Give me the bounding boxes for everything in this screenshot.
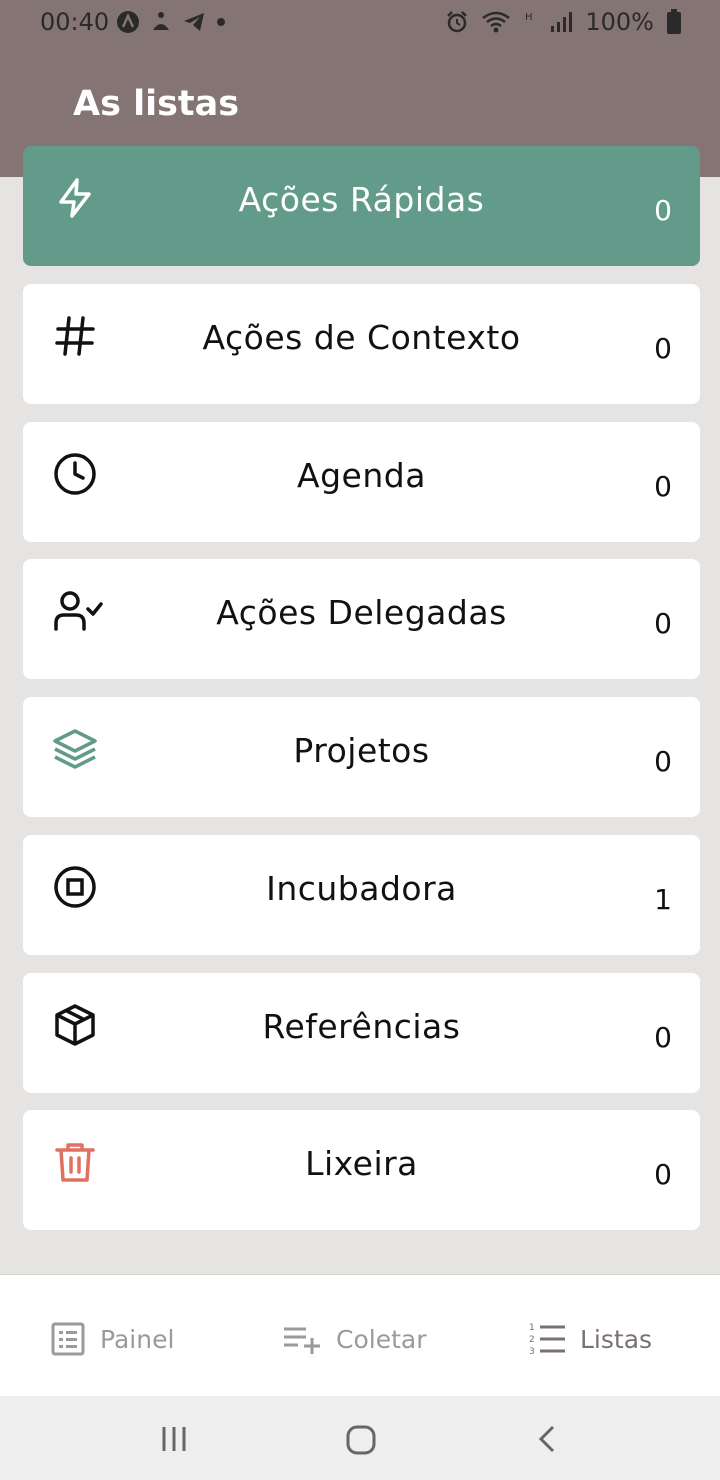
network-h-icon: H	[525, 12, 533, 23]
playlist-add-icon	[284, 1327, 320, 1354]
status-bar: 00:40 H 100%	[0, 0, 720, 48]
telegram-icon	[184, 13, 204, 31]
svg-text:2: 2	[529, 1335, 535, 1345]
battery-percent: 100%	[585, 8, 654, 36]
dot-icon	[217, 18, 225, 26]
status-time: 00:40	[40, 8, 110, 36]
list-item-label: Ações Rápidas	[238, 180, 485, 219]
list-item-label: Agenda	[297, 456, 426, 495]
nav-listas[interactable]: 1 2 3 Listas	[528, 1321, 652, 1357]
signal-icon	[551, 12, 573, 32]
list-item-projetos[interactable]: Projetos 0	[23, 697, 700, 817]
list-item-acoes-de-contexto[interactable]: Ações de Contexto 0	[23, 284, 700, 404]
svg-text:3: 3	[529, 1347, 535, 1357]
list-item-referencias[interactable]: Referências 0	[23, 973, 700, 1093]
dashboard-icon	[51, 1322, 85, 1356]
list-item-count: 0	[654, 1158, 672, 1191]
list-item-count: 0	[654, 1021, 672, 1054]
list-item-acoes-rapidas[interactable]: Ações Rápidas 0	[23, 146, 700, 266]
battery-icon	[667, 9, 681, 34]
numbered-list-icon: 1 2 3	[529, 1323, 565, 1357]
nav-painel[interactable]: Painel	[50, 1321, 174, 1357]
nav-coletar-label: Coletar	[336, 1324, 427, 1354]
home-icon[interactable]	[345, 1424, 377, 1456]
notification-icons	[116, 10, 226, 34]
nav-listas-label: Listas	[580, 1324, 653, 1354]
page-title: As listas	[73, 84, 240, 124]
list-item-acoes-delegadas[interactable]: Ações Delegadas 0	[23, 559, 700, 679]
list-item-lixeira[interactable]: Lixeira 0	[23, 1110, 700, 1230]
list-item-count: 0	[654, 194, 672, 227]
recent-apps-icon[interactable]	[160, 1424, 190, 1454]
back-icon[interactable]	[535, 1424, 561, 1454]
nav-painel-label: Painel	[100, 1324, 175, 1354]
alarm-icon	[447, 11, 468, 33]
list-item-label: Incubadora	[266, 869, 457, 908]
list-item-label: Projetos	[293, 731, 430, 770]
list-item-count: 1	[654, 883, 672, 916]
status-right: H 100%	[445, 8, 682, 36]
list-item-count: 0	[654, 745, 672, 778]
svg-text:H: H	[525, 12, 533, 23]
app-notification-icon	[117, 11, 139, 33]
list-item-label: Ações de Contexto	[202, 318, 521, 357]
list-item-count: 0	[654, 607, 672, 640]
meditation-icon	[153, 12, 169, 30]
bottom-nav: Painel Coletar 1 2 3 Listas	[0, 1274, 720, 1397]
system-nav-bar	[0, 1396, 720, 1480]
list-item-count: 0	[654, 470, 672, 503]
list-item-label: Referências	[262, 1007, 461, 1046]
svg-text:1: 1	[529, 1323, 535, 1333]
wifi-icon	[482, 11, 511, 33]
list-item-incubadora[interactable]: Incubadora 1	[23, 835, 700, 955]
list-item-label: Ações Delegadas	[216, 593, 507, 632]
list-item-label: Lixeira	[305, 1144, 418, 1183]
list-item-count: 0	[654, 332, 672, 365]
nav-coletar[interactable]: Coletar	[282, 1321, 426, 1357]
list-item-agenda[interactable]: Agenda 0	[23, 422, 700, 542]
